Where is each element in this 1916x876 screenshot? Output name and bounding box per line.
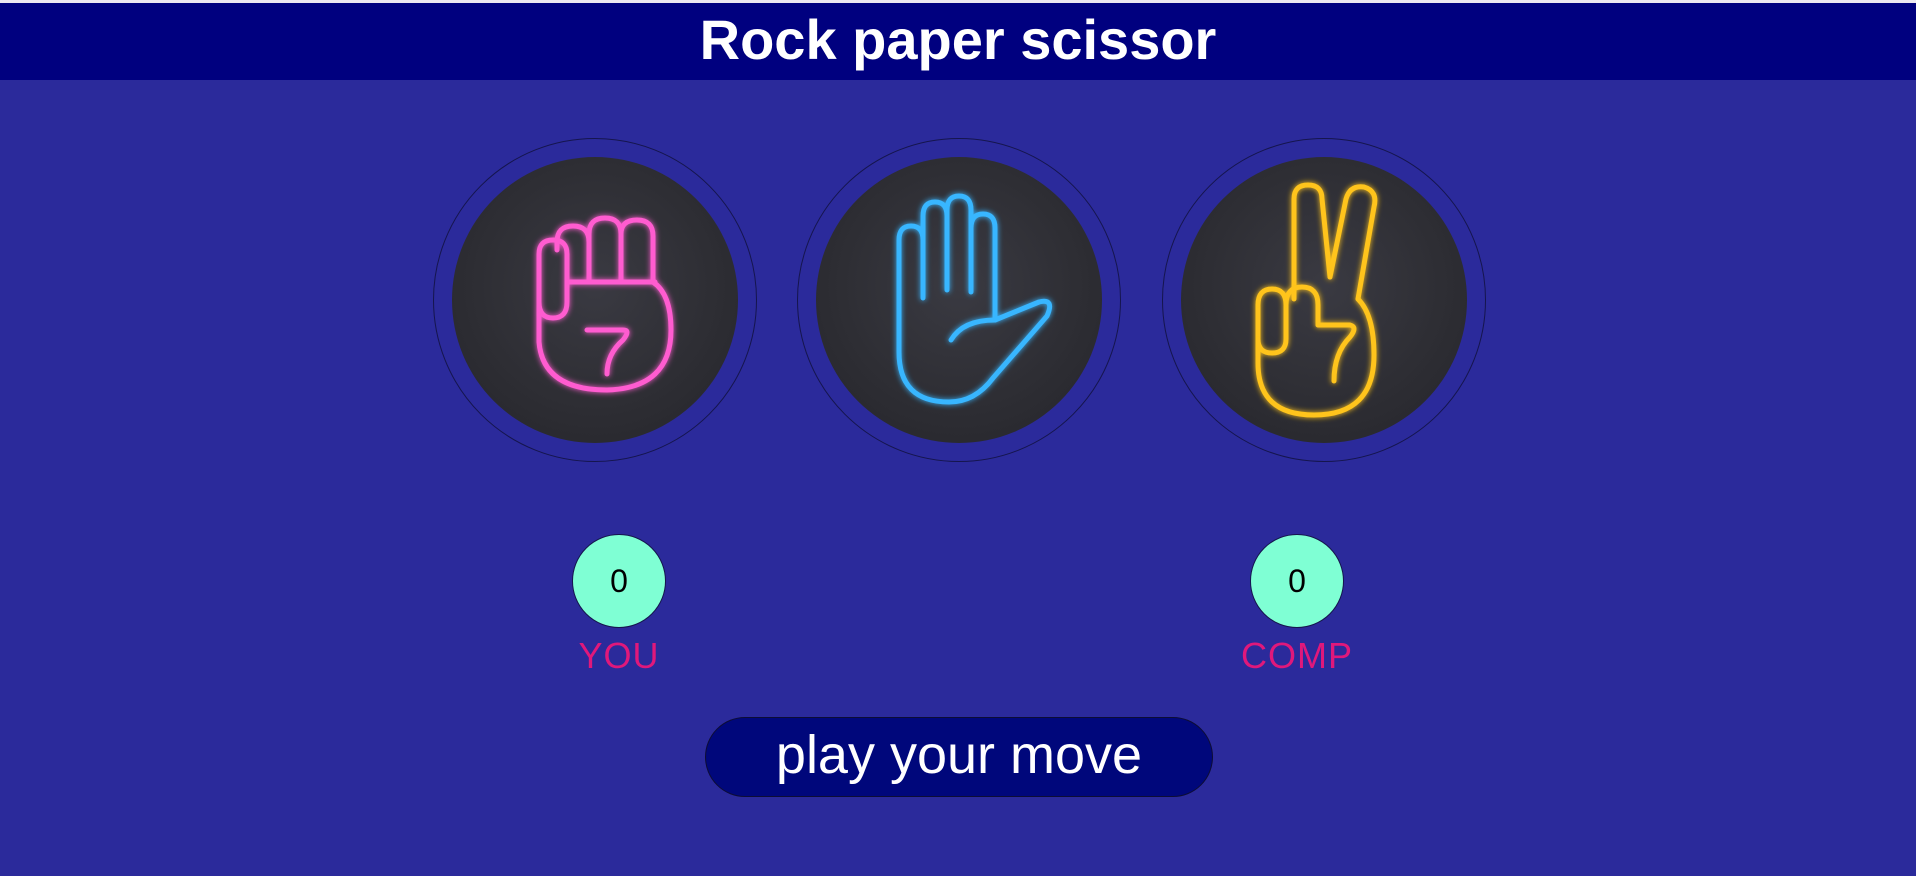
paper-choice-button[interactable] — [797, 138, 1121, 462]
game-message-button[interactable]: play your move — [705, 717, 1213, 797]
neon-open-hand-icon — [896, 193, 1053, 405]
user-score-panel: 0 YOU — [529, 534, 709, 674]
scissor-choice-button[interactable] — [1162, 138, 1486, 462]
computer-score-panel: 0 COMP — [1207, 534, 1387, 674]
neon-fist-icon — [536, 215, 674, 393]
neon-peace-sign-icon — [1255, 182, 1378, 418]
computer-score: 0 — [1250, 534, 1344, 628]
header-bar: Rock paper scissor — [0, 3, 1916, 80]
user-score-label: YOU — [578, 635, 660, 676]
paper-image — [816, 157, 1102, 443]
page-title: Rock paper scissor — [699, 7, 1217, 71]
rock-image — [452, 157, 738, 443]
user-score: 0 — [572, 534, 666, 628]
rock-choice-button[interactable] — [433, 138, 757, 462]
computer-score-label: COMP — [1241, 635, 1353, 676]
scissor-image — [1181, 157, 1467, 443]
